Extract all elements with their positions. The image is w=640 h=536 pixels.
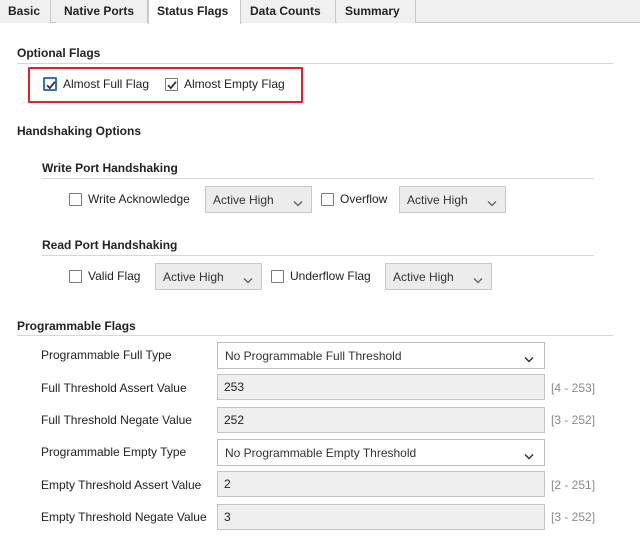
tab-label: Data Counts: [250, 4, 321, 18]
empty-threshold-assert-input[interactable]: [218, 472, 544, 496]
tab-bar: Basic Native Ports Status Flags Data Cou…: [0, 0, 640, 24]
checkbox-unchecked-icon: [271, 269, 284, 283]
tab-label: Summary: [345, 4, 400, 18]
valid-flag-level-select[interactable]: Active High: [155, 263, 262, 290]
full-threshold-negate-input[interactable]: [218, 408, 544, 432]
full-threshold-negate-range: [3 - 252]: [551, 413, 596, 427]
almost-full-flag-checkbox[interactable]: Almost Full Flag: [43, 77, 149, 91]
read-port-handshaking-title: Read Port Handshaking: [42, 238, 178, 252]
select-value: No Programmable Full Threshold: [225, 349, 402, 363]
select-value: Active High: [213, 193, 274, 207]
full-threshold-assert-range: [4 - 253]: [551, 381, 596, 395]
full-threshold-negate-label: Full Threshold Negate Value: [41, 413, 192, 427]
divider: [42, 255, 594, 256]
programmable-empty-type-label: Programmable Empty Type: [41, 445, 187, 459]
write-acknowledge-level-select[interactable]: Active High: [205, 186, 312, 213]
tab-native-ports[interactable]: Native Ports: [56, 0, 148, 23]
empty-threshold-assert-range: [2 - 251]: [551, 478, 596, 492]
full-threshold-assert-field[interactable]: [217, 374, 545, 400]
empty-threshold-assert-label: Empty Threshold Assert Value: [41, 478, 202, 492]
overflow-label: Overflow: [340, 192, 388, 206]
tab-summary[interactable]: Summary: [337, 0, 416, 23]
full-threshold-negate-field[interactable]: [217, 407, 545, 433]
programmable-full-type-select[interactable]: No Programmable Full Threshold: [217, 342, 545, 369]
programmable-empty-type-select[interactable]: No Programmable Empty Threshold: [217, 439, 545, 466]
select-value: No Programmable Empty Threshold: [225, 446, 417, 460]
tab-status-flags[interactable]: Status Flags: [148, 0, 241, 24]
underflow-flag-level-select[interactable]: Active High: [385, 263, 492, 290]
tab-label: Status Flags: [157, 4, 229, 18]
almost-full-flag-label: Almost Full Flag: [63, 77, 150, 91]
empty-threshold-negate-range: [3 - 252]: [551, 510, 596, 524]
full-threshold-assert-input[interactable]: [218, 375, 544, 399]
select-value: Active High: [407, 193, 468, 207]
chevron-down-icon: [524, 449, 534, 463]
checkbox-checked-icon: [43, 77, 57, 91]
divider: [17, 335, 613, 336]
valid-flag-checkbox[interactable]: Valid Flag: [69, 269, 140, 283]
chevron-down-icon: [487, 196, 497, 210]
chevron-down-icon: [243, 273, 253, 287]
optional-flags-title: Optional Flags: [17, 46, 101, 60]
tab-label: Native Ports: [64, 4, 135, 18]
chevron-down-icon: [524, 352, 534, 366]
almost-empty-flag-label: Almost Empty Flag: [184, 77, 285, 91]
programmable-flags-title: Programmable Flags: [17, 319, 136, 333]
chevron-down-icon: [473, 273, 483, 287]
write-acknowledge-label: Write Acknowledge: [88, 192, 190, 206]
overflow-level-select[interactable]: Active High: [399, 186, 506, 213]
overflow-checkbox[interactable]: Overflow: [321, 192, 387, 206]
empty-threshold-negate-field[interactable]: [217, 504, 545, 530]
select-value: Active High: [393, 270, 454, 284]
empty-threshold-assert-field[interactable]: [217, 471, 545, 497]
divider: [42, 178, 594, 179]
divider: [17, 63, 613, 64]
tab-label: Basic: [8, 4, 41, 18]
full-threshold-assert-label: Full Threshold Assert Value: [41, 381, 187, 395]
checkbox-unchecked-icon: [321, 192, 334, 206]
tab-basic[interactable]: Basic: [0, 0, 51, 23]
valid-flag-label: Valid Flag: [88, 269, 141, 283]
handshaking-options-title: Handshaking Options: [17, 124, 142, 138]
programmable-full-type-label: Programmable Full Type: [41, 348, 172, 362]
chevron-down-icon: [293, 196, 303, 210]
write-port-handshaking-title: Write Port Handshaking: [42, 161, 178, 175]
underflow-flag-checkbox[interactable]: Underflow Flag: [271, 269, 371, 283]
underflow-flag-label: Underflow Flag: [290, 269, 371, 283]
tab-data-counts[interactable]: Data Counts: [242, 0, 336, 23]
write-acknowledge-checkbox[interactable]: Write Acknowledge: [69, 192, 190, 206]
almost-empty-flag-checkbox[interactable]: Almost Empty Flag: [165, 77, 285, 91]
checkbox-checked-icon: [165, 77, 178, 91]
empty-threshold-negate-input[interactable]: [218, 505, 544, 529]
empty-threshold-negate-label: Empty Threshold Negate Value: [41, 510, 207, 524]
checkbox-unchecked-icon: [69, 192, 82, 206]
checkbox-unchecked-icon: [69, 269, 82, 283]
select-value: Active High: [163, 270, 224, 284]
